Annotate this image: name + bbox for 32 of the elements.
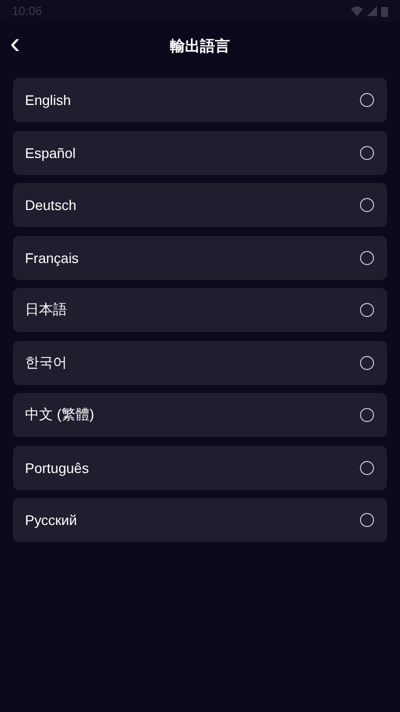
language-option[interactable]: Français — [13, 236, 387, 280]
page-title: 輸出語言 — [170, 36, 230, 56]
wifi-icon — [351, 6, 363, 16]
language-option[interactable]: Русский — [13, 498, 387, 542]
language-option[interactable]: Português — [13, 446, 387, 490]
language-label: 中文 (繁體) — [25, 406, 94, 424]
radio-button[interactable] — [360, 198, 374, 212]
language-label: 日本語 — [25, 301, 67, 319]
radio-button[interactable] — [360, 460, 374, 474]
language-option[interactable]: 日本語 — [13, 288, 387, 332]
radio-button[interactable] — [360, 356, 374, 370]
radio-button[interactable] — [360, 146, 374, 160]
radio-button[interactable] — [360, 408, 374, 422]
radio-button[interactable] — [360, 303, 374, 317]
radio-button[interactable] — [360, 93, 374, 107]
language-option[interactable]: Deutsch — [13, 183, 387, 227]
signal-icon — [367, 6, 377, 16]
language-option[interactable]: Español — [13, 130, 387, 174]
back-button[interactable]: ‹ — [6, 30, 24, 58]
language-option[interactable]: 한국어 — [13, 340, 387, 384]
language-label: Deutsch — [25, 197, 76, 213]
language-label: Français — [25, 250, 79, 266]
language-label: English — [25, 92, 71, 108]
radio-button[interactable] — [360, 513, 374, 527]
battery-icon — [381, 6, 388, 16]
language-option[interactable]: 中文 (繁體) — [13, 393, 387, 437]
radio-button[interactable] — [360, 250, 374, 264]
language-label: Español — [25, 144, 76, 160]
language-label: Português — [25, 460, 89, 476]
language-label: Русский — [25, 512, 77, 528]
language-label: 한국어 — [25, 354, 67, 372]
language-option[interactable]: English — [13, 78, 387, 122]
